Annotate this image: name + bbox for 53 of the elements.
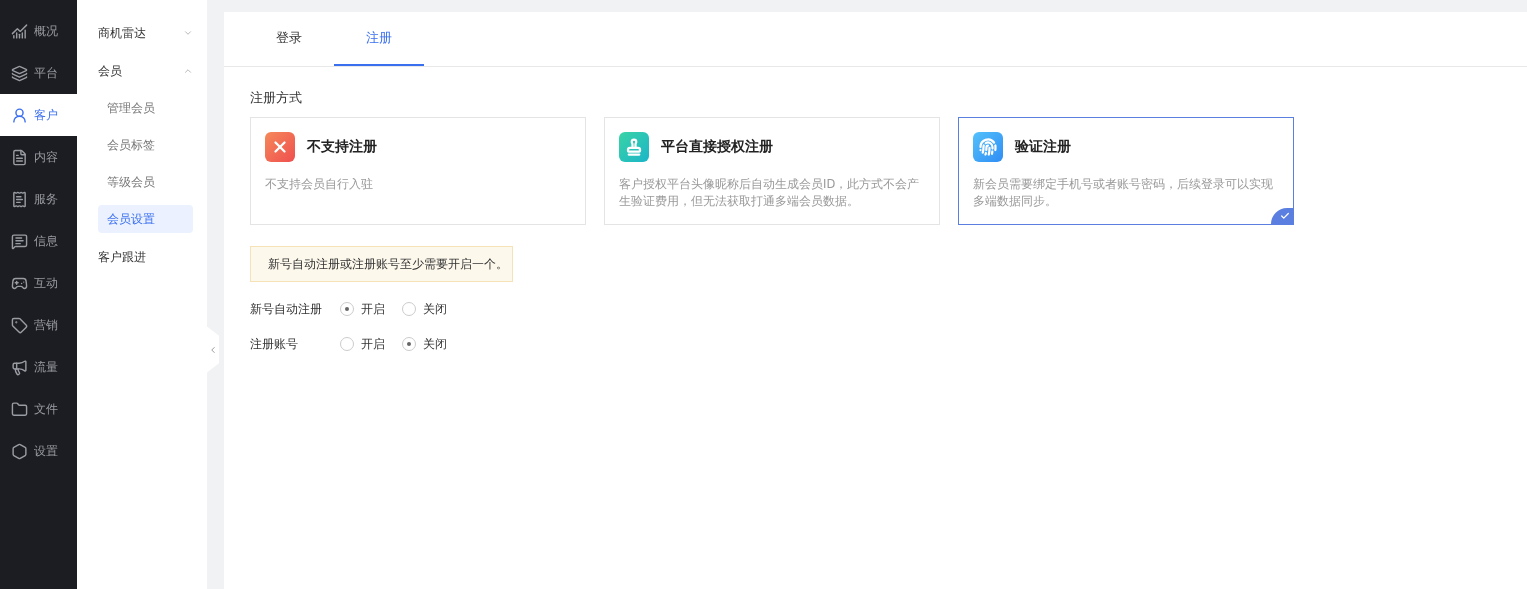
setting-label: 新号自动注册 bbox=[250, 300, 323, 318]
menu-group[interactable]: 商机雷达 bbox=[98, 14, 193, 52]
radio-label: 开启 bbox=[361, 300, 385, 318]
option-card[interactable]: 验证注册 新会员需要绑定手机号或者账号密码，后续登录可以实现多端数据同步。 bbox=[958, 117, 1294, 225]
nav-item[interactable]: 文件 bbox=[0, 388, 77, 430]
close-icon bbox=[265, 132, 295, 162]
nav-item[interactable]: 服务 bbox=[0, 178, 77, 220]
nav-item[interactable]: 营销 bbox=[0, 304, 77, 346]
card-description: 不支持会员自行入驻 bbox=[265, 176, 374, 193]
nav-item[interactable]: 互动 bbox=[0, 262, 77, 304]
nav-item[interactable]: 平台 bbox=[0, 52, 77, 94]
chevron-down-icon bbox=[183, 28, 193, 38]
section-title: 注册方式 bbox=[250, 89, 303, 107]
chevron-up-icon bbox=[183, 66, 193, 76]
card-title: 平台直接授权注册 bbox=[661, 138, 773, 156]
settings-icon bbox=[11, 442, 28, 460]
menu-group[interactable]: 客户跟进 bbox=[98, 238, 193, 276]
message-icon bbox=[11, 232, 28, 250]
megaphone-icon bbox=[11, 358, 28, 376]
document-icon bbox=[11, 148, 28, 166]
tag-icon bbox=[11, 316, 28, 334]
menu-item[interactable]: 等级会员 bbox=[98, 168, 193, 196]
radio-label: 关闭 bbox=[423, 335, 447, 353]
card-description: 新会员需要绑定手机号或者账号密码，后续登录可以实现多端数据同步。 bbox=[973, 176, 1274, 210]
option-card[interactable]: 平台直接授权注册 客户授权平台头像昵称后自动生成会员ID，此方式不会产生验证费用，但无法获取打通多端会员数据。 bbox=[604, 117, 940, 225]
menu-item[interactable]: 会员设置 bbox=[98, 205, 193, 233]
stamp-icon bbox=[619, 132, 649, 162]
card-title: 不支持注册 bbox=[307, 138, 377, 156]
nav-item[interactable]: 概况 bbox=[0, 10, 77, 52]
nav-item[interactable]: 内容 bbox=[0, 136, 77, 178]
nav-item[interactable]: 流量 bbox=[0, 346, 77, 388]
folder-icon bbox=[11, 400, 28, 418]
menu-item[interactable]: 会员标签 bbox=[98, 131, 193, 159]
radio-label: 开启 bbox=[361, 335, 385, 353]
nav-item[interactable]: 设置 bbox=[0, 430, 77, 472]
tab[interactable]: 注册 bbox=[334, 12, 424, 66]
check-icon bbox=[1271, 208, 1293, 224]
tab[interactable]: 登录 bbox=[244, 12, 334, 66]
receipt-icon bbox=[11, 190, 28, 208]
radio-label: 关闭 bbox=[423, 300, 447, 318]
menu-item[interactable]: 管理会员 bbox=[98, 94, 193, 122]
notice: 新号自动注册或注册账号至少需要开启一个。 bbox=[250, 246, 513, 282]
setting-label: 注册账号 bbox=[250, 335, 299, 353]
nav-item[interactable]: 信息 bbox=[0, 220, 77, 262]
card-description: 客户授权平台头像昵称后自动生成会员ID，此方式不会产生验证费用，但无法获取打通多端会员数据。 bbox=[619, 176, 921, 210]
fingerprint-icon bbox=[973, 132, 1003, 162]
card-title: 验证注册 bbox=[1015, 138, 1071, 156]
nav-item[interactable]: 客户 bbox=[0, 94, 77, 136]
chart-icon bbox=[11, 22, 28, 40]
menu-group[interactable]: 会员 bbox=[98, 52, 193, 90]
user-icon bbox=[11, 106, 28, 124]
option-card[interactable]: 不支持注册 不支持会员自行入驻 bbox=[250, 117, 586, 225]
layers-icon bbox=[11, 64, 28, 82]
